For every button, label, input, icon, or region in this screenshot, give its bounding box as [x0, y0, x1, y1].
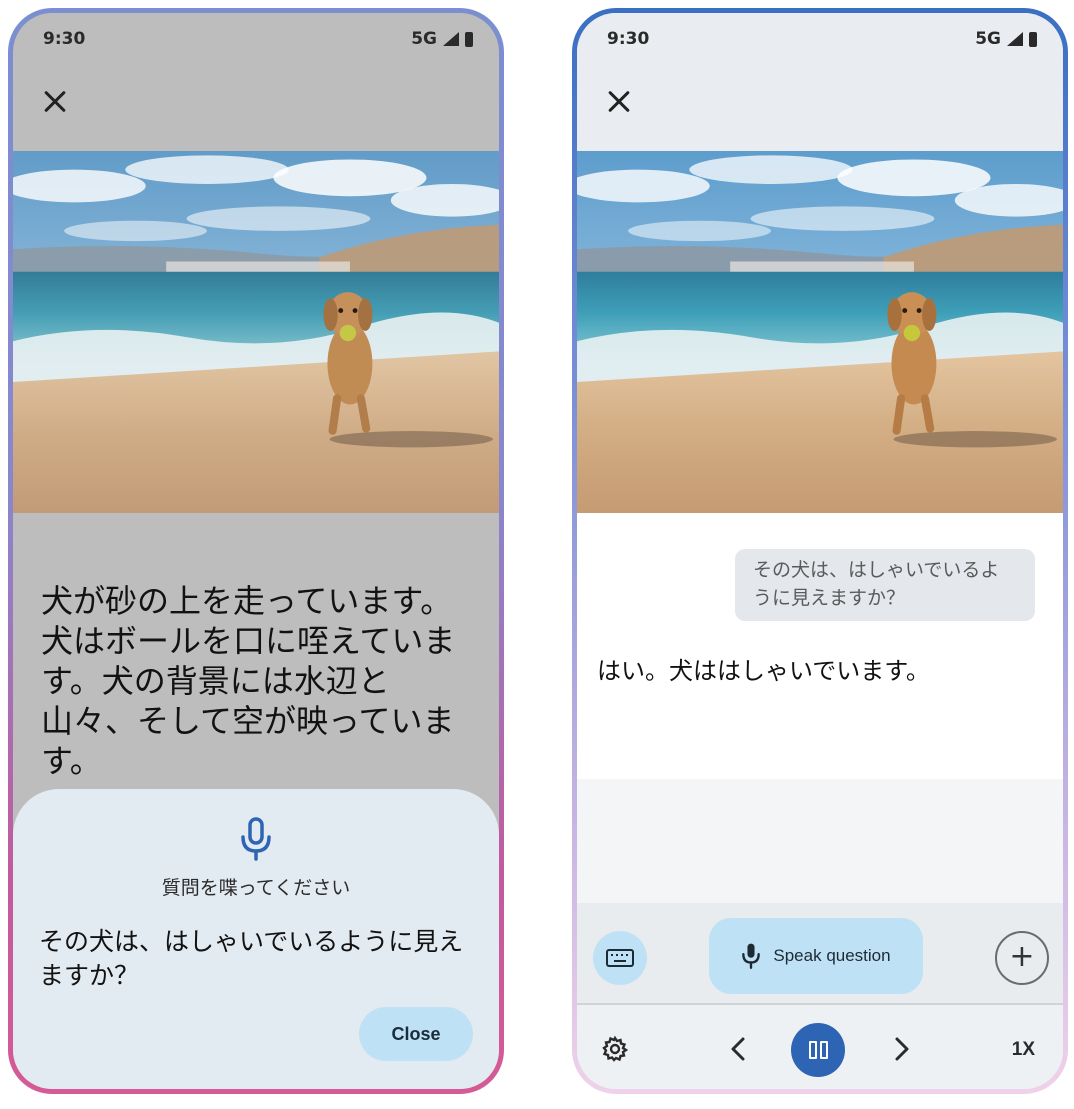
chevron-left-icon[interactable] [725, 1035, 753, 1063]
keyboard-icon [606, 949, 634, 967]
playback-bar: 1X [577, 1005, 1063, 1089]
right-screen: 9:30 5G その犬は、はしゃいでいるように見えますか？ はい。犬ははしゃいで… [577, 13, 1063, 1089]
phone-right: 9:30 5G その犬は、はしゃいでいるように見えますか？ はい。犬ははしゃいで… [572, 8, 1068, 1094]
close-icon[interactable] [41, 87, 69, 115]
speak-question-label: Speak question [773, 946, 891, 965]
chat-area: その犬は、はしゃいでいるように見えますか？ はい。犬ははしゃいでいます。 [577, 513, 1063, 779]
input-toolbar: Speak question + [577, 903, 1063, 1003]
signal-icon [443, 32, 459, 46]
battery-icon [1029, 31, 1037, 47]
battery-icon [465, 31, 473, 47]
status-time: 9:30 [607, 29, 650, 49]
network-label: 5G [975, 29, 1001, 49]
status-bar: 9:30 5G [13, 13, 499, 65]
user-question-bubble: その犬は、はしゃいでいるように見えますか？ [735, 549, 1035, 621]
voice-input-sheet: 質問を喋ってください その犬は、はしゃいでいるように見えますか？ Close [13, 789, 499, 1089]
microphone-icon [742, 943, 761, 969]
beach-dog-photo [577, 151, 1063, 513]
network-label: 5G [411, 29, 437, 49]
signal-icon [1007, 32, 1023, 46]
left-screen: 9:30 5G 犬が砂の上を走っています。犬はボールを口に咥えています。犬の背景… [13, 13, 499, 1089]
image-description: 犬が砂の上を走っています。犬はボールを口に咥えています。犬の背景には水辺と山々、… [41, 582, 456, 780]
close-icon[interactable] [605, 87, 633, 115]
transcribed-question: その犬は、はしゃいでいるように見えますか？ [39, 927, 464, 990]
status-time: 9:30 [43, 29, 86, 49]
close-button[interactable]: Close [359, 1007, 473, 1061]
phone-left: 9:30 5G 犬が砂の上を走っています。犬はボールを口に咥えています。犬の背景… [8, 8, 504, 1094]
answer-text: はい。犬ははしゃいでいます。 [597, 657, 930, 685]
playback-speed[interactable]: 1X [1012, 1039, 1035, 1061]
speak-prompt: 質問を喋ってください [161, 877, 351, 899]
speak-question-button[interactable]: Speak question [709, 918, 923, 994]
pause-icon [808, 1041, 817, 1059]
microphone-icon[interactable] [239, 817, 273, 863]
status-bar: 9:30 5G [577, 13, 1063, 65]
plus-icon[interactable]: + [995, 931, 1049, 985]
chevron-right-icon[interactable] [887, 1035, 915, 1063]
settings-gear-icon[interactable] [601, 1035, 629, 1063]
keyboard-button[interactable] [593, 931, 647, 985]
beach-dog-photo [13, 151, 499, 513]
pause-button[interactable] [791, 1023, 845, 1077]
